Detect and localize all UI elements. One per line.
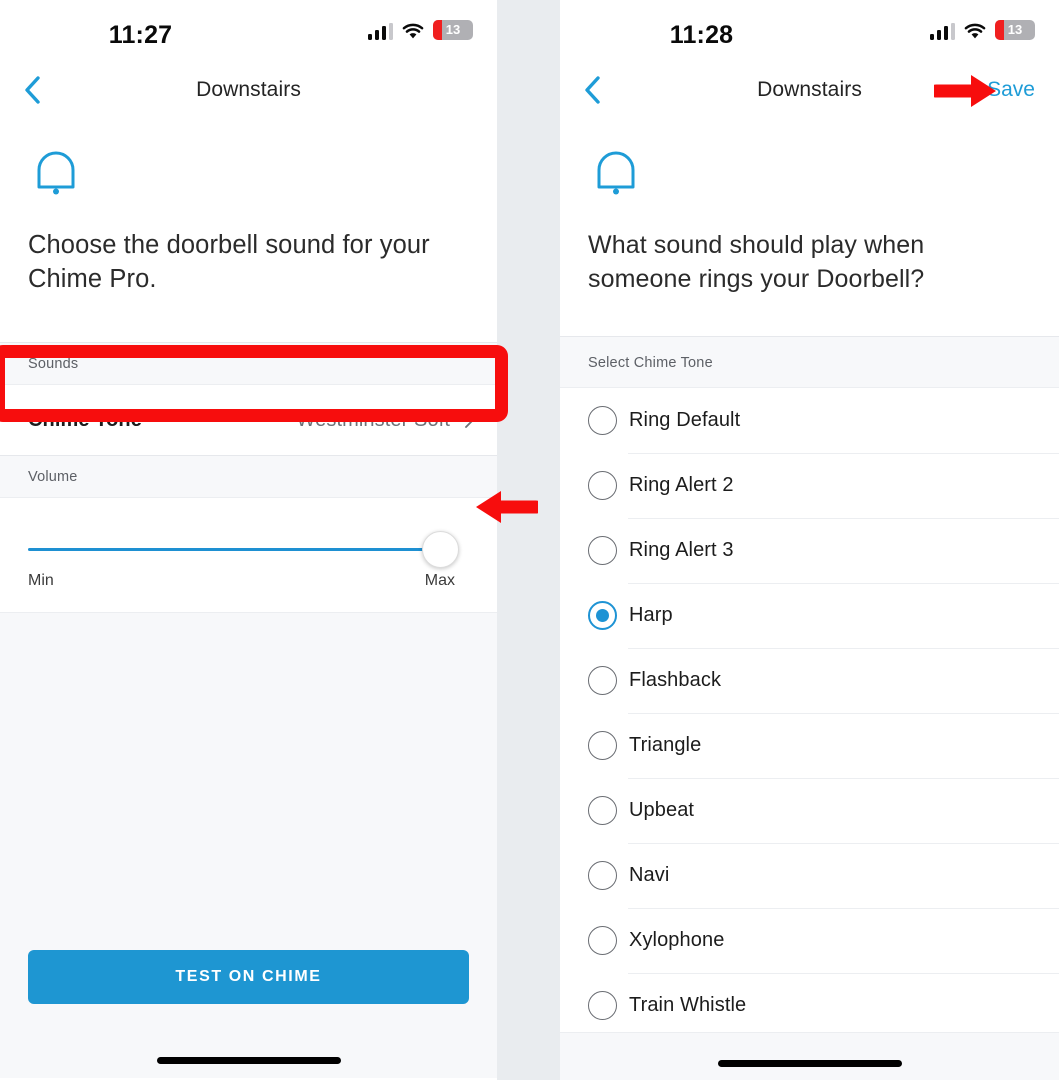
chime-tone-label: Chime Tone (28, 408, 142, 431)
tone-option-row[interactable]: Train Whistle (560, 973, 1059, 1038)
tone-option-row[interactable]: Ring Default (560, 388, 1059, 453)
tone-option-label: Ring Alert 2 (629, 474, 734, 496)
tone-option-label: Harp (629, 604, 673, 626)
home-indicator-area-right (560, 1032, 1059, 1080)
signal-bars-icon (367, 23, 393, 40)
wifi-icon (964, 23, 986, 40)
hero-heading: Choose the doorbell sound for your Chime… (28, 231, 430, 293)
status-bar-left: 11:27 13 (0, 0, 497, 62)
chevron-left-icon (24, 76, 40, 104)
hero-left: Choose the doorbell sound for your Chime… (0, 118, 497, 296)
page-title: Downstairs (757, 78, 862, 101)
tone-option-label: Navi (629, 864, 670, 886)
battery-level: 13 (1007, 22, 1023, 37)
radio-unselected-icon[interactable] (588, 536, 617, 565)
radio-selected-icon[interactable] (588, 601, 617, 630)
tone-option-label: Xylophone (629, 929, 725, 951)
battery-icon: 13 (433, 20, 473, 40)
chevron-right-icon (464, 411, 475, 429)
slider-labels: Min Max (28, 572, 469, 590)
tone-option-label: Upbeat (629, 799, 695, 821)
test-on-chime-button[interactable]: TEST ON CHIME (28, 950, 469, 1004)
home-indicator-area-left (0, 1004, 497, 1078)
tone-option-row[interactable]: Navi (560, 843, 1059, 908)
chime-tone-value: Westminster Soft (296, 408, 450, 431)
select-chime-tone-header: Select Chime Tone (560, 336, 1059, 388)
chime-tone-row[interactable]: Chime Tone Westminster Soft (0, 385, 497, 455)
volume-slider[interactable] (28, 531, 469, 568)
sounds-section-header: Sounds (0, 342, 497, 385)
wifi-icon (402, 23, 424, 40)
radio-unselected-icon[interactable] (588, 406, 617, 435)
radio-unselected-icon[interactable] (588, 991, 617, 1020)
radio-unselected-icon[interactable] (588, 861, 617, 890)
radio-unselected-icon[interactable] (588, 731, 617, 760)
bell-icon (588, 144, 644, 202)
home-indicator (156, 1057, 341, 1064)
chevron-left-icon (584, 76, 600, 104)
signal-bars-icon (929, 23, 955, 40)
bell-icon (28, 144, 84, 202)
battery-level: 13 (445, 22, 461, 37)
volume-section-header: Volume (0, 455, 497, 498)
battery-icon: 13 (995, 20, 1035, 40)
radio-unselected-icon[interactable] (588, 926, 617, 955)
radio-unselected-icon[interactable] (588, 796, 617, 825)
chime-tone-radio-list: Ring Default Ring Alert 2 Ring Alert 3 Harp… (560, 388, 1059, 1080)
volume-block: Min Max (0, 498, 497, 612)
tone-option-label: Train Whistle (629, 994, 747, 1016)
screenshot-stage: 11:27 13 Downstairs Choose the doorbell … (0, 0, 1059, 1080)
right-phone-panel: 11:28 13 Downstairs Save What sound shou… (560, 0, 1059, 1080)
hero-heading: What sound should play when someone ring… (588, 231, 925, 293)
nav-bar-left: Downstairs (0, 62, 497, 118)
save-button[interactable]: Save (987, 78, 1035, 102)
status-icons: 13 (367, 20, 473, 40)
slider-max-label: Max (424, 572, 455, 589)
chime-tone-value-group: Westminster Soft (297, 409, 476, 432)
tone-option-label: Flashback (629, 669, 722, 691)
back-button[interactable] (12, 70, 52, 110)
nav-bar-right: Downstairs Save (560, 62, 1059, 118)
test-button-wrap: TEST ON CHIME (0, 950, 497, 1004)
slider-min-label: Min (28, 572, 54, 589)
tone-option-row[interactable]: Ring Alert 2 (560, 453, 1059, 518)
hero-right: What sound should play when someone ring… (560, 118, 1059, 296)
tone-option-row[interactable]: Ring Alert 3 (560, 518, 1059, 583)
tone-option-label: Triangle (629, 734, 702, 756)
radio-unselected-icon[interactable] (588, 471, 617, 500)
status-bar-right: 11:28 13 (560, 0, 1059, 62)
page-title: Downstairs (196, 78, 301, 101)
tone-option-row[interactable]: Flashback (560, 648, 1059, 713)
home-indicator (717, 1060, 902, 1067)
back-button[interactable] (572, 70, 612, 110)
left-phone-panel: 11:27 13 Downstairs Choose the doorbell … (0, 0, 497, 1080)
tone-option-row[interactable]: Harp (560, 583, 1059, 648)
tone-option-label: Ring Default (629, 409, 741, 431)
slider-track (28, 548, 445, 551)
tone-option-row[interactable]: Triangle (560, 713, 1059, 778)
status-icons: 13 (929, 20, 1035, 40)
tone-option-row[interactable]: Upbeat (560, 778, 1059, 843)
empty-space (0, 612, 497, 950)
tone-option-label: Ring Alert 3 (629, 539, 734, 561)
slider-thumb[interactable] (422, 531, 459, 568)
tone-option-row[interactable]: Xylophone (560, 908, 1059, 973)
radio-unselected-icon[interactable] (588, 666, 617, 695)
